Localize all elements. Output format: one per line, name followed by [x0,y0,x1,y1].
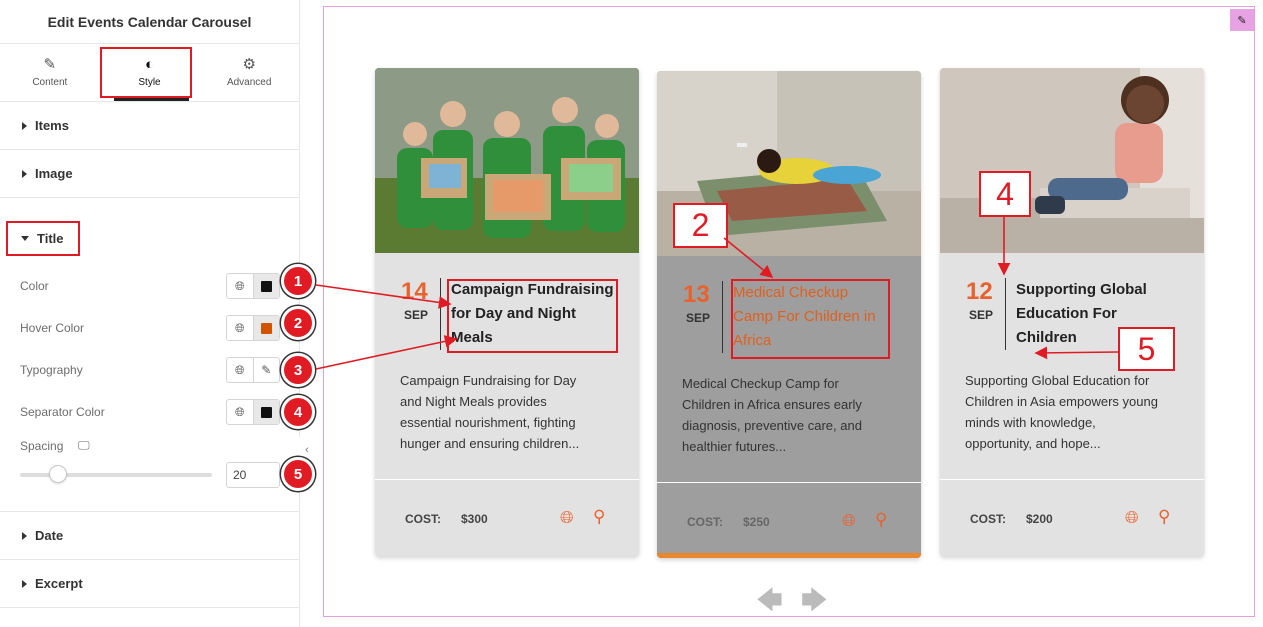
event-date-month: SEP [404,308,429,322]
cost-label: COST: [405,512,441,526]
section-image[interactable]: Image [0,150,299,198]
annotation-label-4: 4 [979,171,1031,217]
tab-label: Advanced [226,77,272,88]
section-items[interactable]: Items [0,102,299,150]
globe-icon[interactable]: 🌐︎ [227,358,253,382]
spacing-slider-handle[interactable] [49,465,67,483]
section-title[interactable]: Title [6,221,80,256]
spacing-label: Spacing [20,439,64,453]
event-image [375,68,639,253]
hover-accent-bar [657,553,921,558]
globe-icon[interactable]: 🌐︎ [842,512,856,529]
section-date[interactable]: Date [0,512,299,560]
separator-color-swatch [260,406,272,418]
globe-icon[interactable]: 🌐︎ [227,400,253,424]
arrow-right-icon[interactable]: 🡆 [801,582,828,626]
globe-icon[interactable]: 🌐︎ [1125,509,1139,526]
tab-advanced[interactable]: ⚙ Advanced [199,44,299,101]
event-image [940,68,1204,253]
badge-1: 1 [281,264,315,298]
globe-icon[interactable]: 🌐︎ [560,509,574,526]
style-tab-highlight [100,47,192,98]
event-excerpt: Medical Checkup Camp for Children in Afri… [682,376,862,454]
cost-value: $250 [743,515,770,529]
event-date-day: 12 [966,278,993,305]
desktop-icon[interactable]: 🖵︎ [78,438,90,453]
cost-value: $200 [1026,512,1053,526]
annotation-label-5: 5 [1118,327,1175,371]
badge-4: 4 [281,395,315,429]
date-separator [440,278,441,350]
location-pin-icon[interactable]: ⚲ [1158,508,1170,525]
caret-right-icon [22,579,27,588]
color-picker[interactable] [252,274,279,298]
color-control[interactable]: 🌐︎ [226,273,280,299]
badge-3: 3 [281,353,315,387]
panel-title: Edit Events Calendar Carousel [0,0,299,44]
separator-color-picker[interactable] [252,400,279,424]
typography-control[interactable]: 🌐︎ ✎ [226,357,280,383]
arrow-left-icon[interactable]: 🡄 [756,582,783,626]
editor-screen: Edit Events Calendar Carousel ✎ Content … [0,0,1263,627]
badge-5: 5 [281,457,315,491]
event-date-day: 13 [683,281,710,308]
gear-icon: ⚙ [242,56,256,73]
cost-value: $300 [461,512,488,526]
event-date-month: SEP [969,308,994,322]
caret-right-icon [22,121,27,130]
cost-label: COST: [687,515,723,529]
section-excerpt[interactable]: Excerpt [0,560,299,608]
typography-label: Typography [20,363,83,377]
caret-right-icon [22,531,27,540]
separator-color-label: Separator Color [20,405,105,419]
cost-label: COST: [970,512,1006,526]
event-excerpt: Campaign Fundraising for Day and Night Me… [400,373,580,451]
tab-content[interactable]: ✎ Content [0,44,100,101]
separator-color-control[interactable]: 🌐︎ [226,399,280,425]
location-pin-icon[interactable]: ⚲ [593,508,605,525]
card-divider [657,482,921,483]
tab-label: Content [32,77,68,88]
hover-color-control[interactable]: 🌐︎ [226,315,280,341]
event-date-day: 14 [401,278,428,305]
caret-right-icon [22,169,27,178]
event-date-month: SEP [686,311,711,325]
event-card[interactable]: 12 SEP Supporting Global Education For Chi… [940,68,1204,556]
date-separator [1005,278,1006,350]
annotation-hover-title-box [731,279,890,359]
caret-down-icon [21,236,29,241]
edit-widget-icon[interactable]: ✎ [1230,9,1254,31]
globe-icon[interactable]: 🌐︎ [227,274,253,298]
spacing-input[interactable]: 20 [226,462,280,488]
color-swatch [260,280,272,292]
globe-icon[interactable]: 🌐︎ [227,316,253,340]
carousel-navigation: 🡄 🡆 [756,582,828,626]
location-pin-icon[interactable]: ⚲ [875,511,887,528]
hover-color-label: Hover Color [20,321,85,335]
annotation-label-2: 2 [673,203,728,248]
pencil-icon: ✎ [43,56,57,73]
annotation-title-box [447,279,618,353]
date-separator [722,281,723,353]
hover-color-picker[interactable] [252,316,279,340]
hover-color-swatch [260,322,272,334]
card-divider [375,479,639,480]
card-divider [940,479,1204,480]
pencil-icon[interactable]: ✎ [252,358,280,382]
badge-2: 2 [281,306,315,340]
event-excerpt: Supporting Global Education for Children … [965,373,1158,451]
color-label: Color [20,279,49,293]
